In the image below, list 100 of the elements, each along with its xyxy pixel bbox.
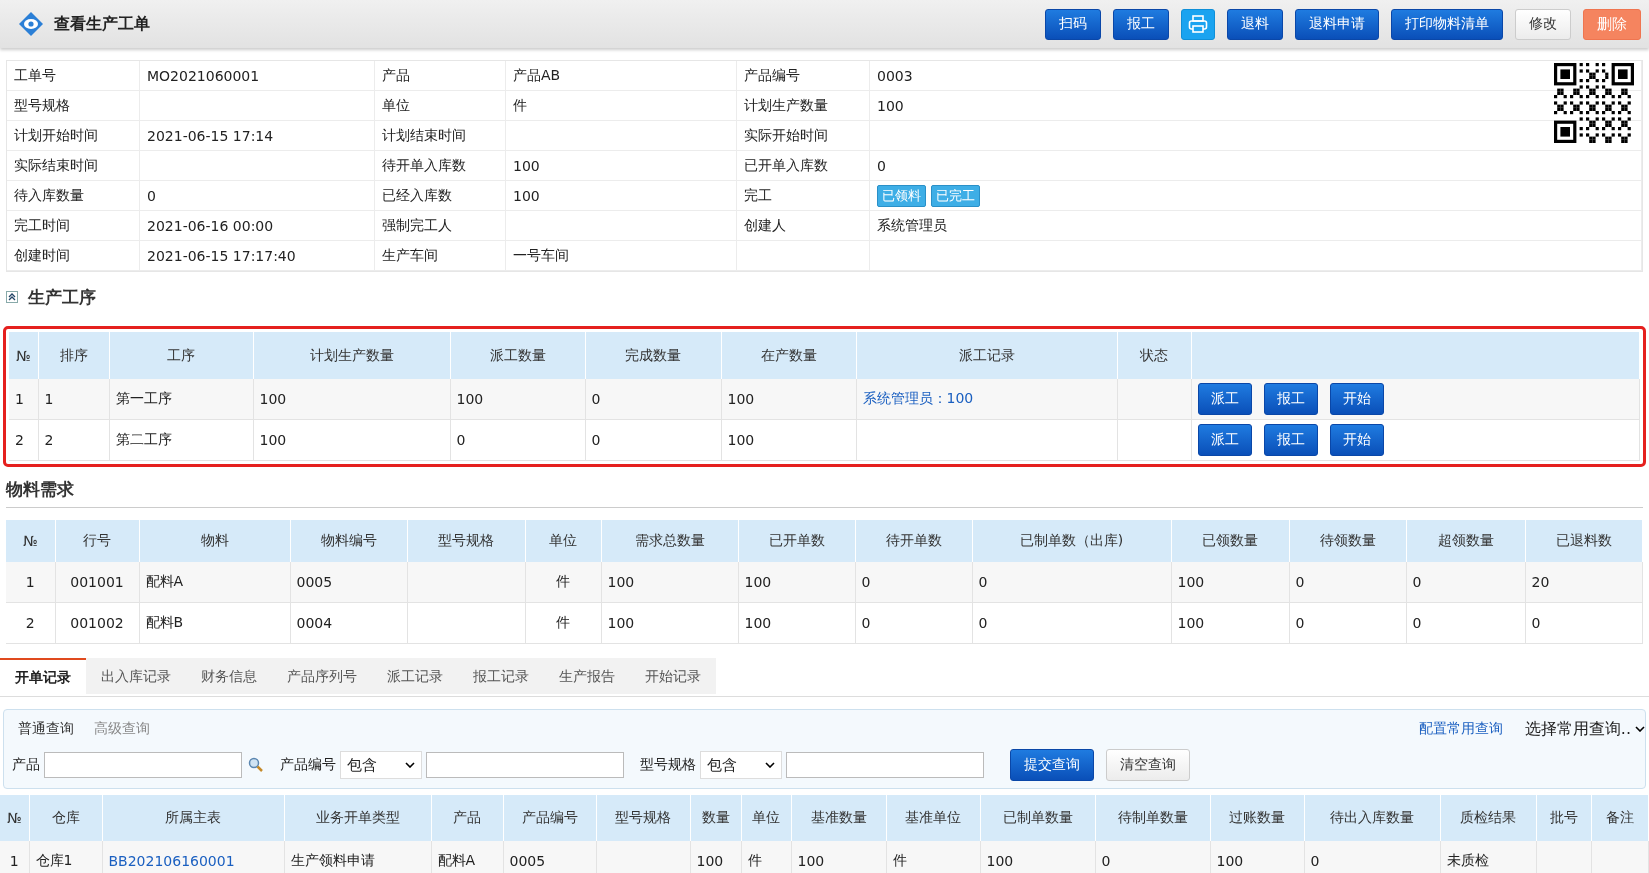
- row-action-button[interactable]: 派工: [1197, 424, 1252, 456]
- field-label: 计划开始时间: [14, 126, 98, 143]
- field-label: 单位: [382, 96, 410, 113]
- column-header: 产品: [431, 795, 503, 841]
- field-value: 100: [513, 157, 540, 174]
- table-cell: 件: [886, 841, 980, 873]
- column-header: 超领数量: [1406, 520, 1525, 562]
- toolbar-button[interactable]: 退料: [1227, 8, 1283, 40]
- table-cell: 100: [253, 379, 450, 420]
- table-cell: 1: [9, 379, 38, 420]
- field-label: 完工时间: [14, 216, 70, 233]
- field-label: 已经入库数: [382, 186, 452, 203]
- column-header: №: [0, 795, 29, 841]
- table-cell: 100: [980, 841, 1095, 873]
- column-header: 排序: [38, 332, 109, 379]
- status-badge: 已完工: [931, 184, 980, 207]
- table-cell: 0: [972, 602, 1171, 644]
- toolbar-button[interactable]: 打印物料清单: [1391, 8, 1503, 40]
- tab[interactable]: 报工记录: [458, 658, 544, 694]
- printer-icon[interactable]: [1188, 14, 1208, 34]
- row-action-button[interactable]: 派工: [1197, 383, 1252, 415]
- field-label: 工单号: [14, 66, 56, 83]
- config-query-link[interactable]: 配置常用查询: [1418, 720, 1503, 738]
- clear-button[interactable]: 清空查询: [1106, 749, 1190, 781]
- column-header: 状态: [1117, 332, 1191, 379]
- print-button[interactable]: [1181, 8, 1215, 40]
- field-label: 计划结束时间: [382, 126, 466, 143]
- table-cell: 100: [253, 419, 450, 461]
- table-cell: 仓库1: [29, 841, 102, 873]
- dispatch-link[interactable]: 系统管理员：100: [862, 390, 974, 406]
- page-title: 查看生产工单: [54, 13, 150, 35]
- tab[interactable]: 产品序列号: [272, 658, 372, 694]
- field-label: 已开单入库数: [744, 156, 828, 173]
- field-value: 2021-06-15 17:17:40: [147, 247, 296, 264]
- field-label: 待开单入库数: [382, 156, 466, 173]
- input-field[interactable]: [786, 752, 984, 778]
- column-header: 在产数量: [721, 332, 856, 379]
- column-header: 派工数量: [450, 332, 585, 379]
- row-action-button[interactable]: 报工: [1263, 383, 1318, 415]
- table-cell: 100: [1171, 602, 1289, 644]
- column-header: 已退料数: [1525, 520, 1643, 562]
- toolbar-button[interactable]: 退料申请: [1295, 8, 1379, 40]
- field-label: 产品: [382, 66, 410, 83]
- column-header: 工序: [109, 332, 253, 379]
- field-label: 生产车间: [382, 246, 438, 263]
- table-cell: 100: [738, 602, 855, 644]
- field-label: 产品编号: [744, 66, 800, 83]
- operator-select[interactable]: 包含: [340, 751, 422, 779]
- field-value: 一号车间: [513, 246, 569, 263]
- table-cell: 0: [855, 562, 972, 603]
- preset-select[interactable]: 选择常用查询..: [1524, 718, 1645, 740]
- field-label: 型号规格: [14, 96, 70, 113]
- toolbar-button[interactable]: 扫码: [1045, 8, 1101, 40]
- table-cell: 0: [1095, 841, 1210, 873]
- table-cell: 001001: [55, 562, 139, 603]
- table-cell: 0: [1406, 602, 1525, 644]
- table-cell: 配料A: [139, 562, 290, 603]
- collapse-icon[interactable]: [6, 291, 18, 303]
- field-value: 100: [513, 187, 540, 204]
- tab[interactable]: 开始记录: [630, 658, 716, 694]
- query-mode-tab[interactable]: 普通查询: [18, 720, 74, 738]
- field-label: 待入库数量: [14, 186, 84, 203]
- table-cell: 0: [972, 562, 1171, 603]
- input-field[interactable]: [426, 752, 624, 778]
- operator-select[interactable]: 包含: [700, 751, 782, 779]
- section-title: 物料需求: [6, 477, 74, 501]
- input-field[interactable]: [44, 752, 242, 778]
- field-value: 0: [147, 187, 156, 204]
- table-cell: 0: [1525, 602, 1643, 644]
- tab[interactable]: 财务信息: [186, 658, 272, 694]
- field-label: 型号规格: [640, 756, 696, 774]
- table-cell: 件: [525, 602, 601, 644]
- row-action-button[interactable]: 开始: [1329, 424, 1384, 456]
- table-cell: 001002: [55, 602, 139, 644]
- tab[interactable]: 生产报告: [544, 658, 630, 694]
- field-label: 实际结束时间: [14, 156, 98, 173]
- table-cell: 100: [450, 379, 585, 420]
- column-header: 基准数量: [791, 795, 886, 841]
- column-header: 业务开单类型: [284, 795, 431, 841]
- table-cell: 0005: [503, 841, 596, 873]
- table-cell: 件: [741, 841, 791, 873]
- column-header: 待开单数: [855, 520, 972, 562]
- row-action-button[interactable]: 报工: [1263, 424, 1318, 456]
- search-icon[interactable]: [248, 757, 264, 773]
- submit-button[interactable]: 提交查询: [1010, 749, 1094, 781]
- tab[interactable]: 派工记录: [372, 658, 458, 694]
- column-header: 待领数量: [1289, 520, 1406, 562]
- table-cell: 1: [6, 562, 55, 603]
- column-header: №: [9, 332, 38, 379]
- field-value: 0: [877, 157, 886, 174]
- toolbar-button[interactable]: 修改: [1515, 8, 1571, 40]
- column-header: 计划生产数量: [253, 332, 450, 379]
- table-cell: 100: [690, 841, 741, 873]
- field-value: 产品AB: [513, 66, 561, 83]
- column-header: 派工记录: [856, 332, 1117, 379]
- column-header: 单位: [525, 520, 601, 562]
- tab[interactable]: 出入库记录: [86, 658, 186, 694]
- toolbar-button[interactable]: 报工: [1113, 8, 1169, 40]
- row-action-button[interactable]: 开始: [1329, 383, 1384, 415]
- query-mode-tab[interactable]: 高级查询: [94, 720, 150, 738]
